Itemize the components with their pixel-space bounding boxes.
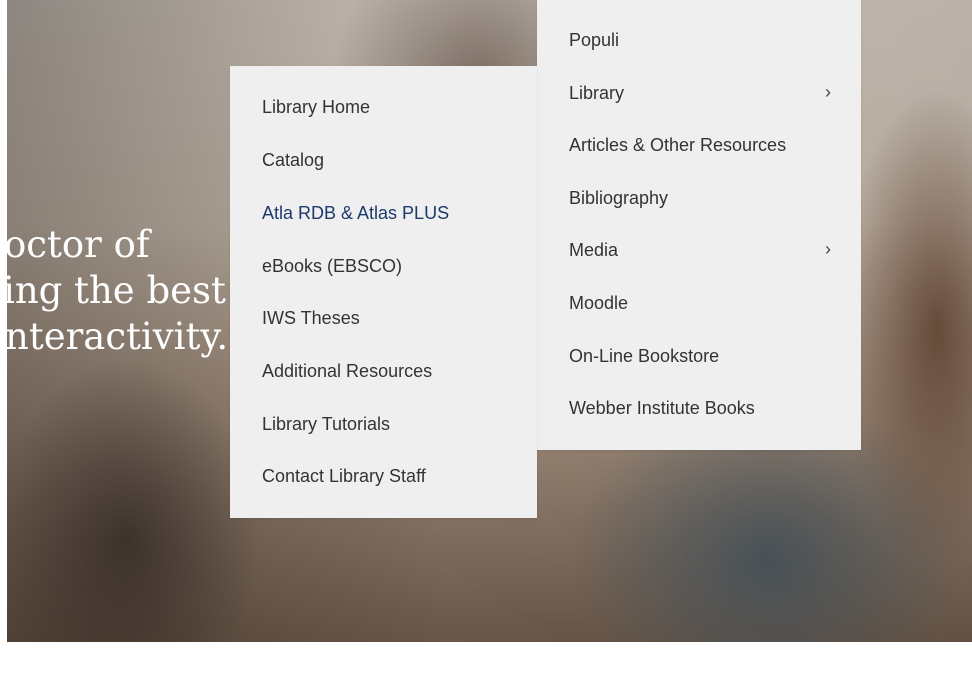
resources-dropdown-menu: Populi Library › Articles & Other Resour… bbox=[537, 0, 861, 450]
menu-item-bibliography[interactable]: Bibliography bbox=[537, 185, 861, 211]
submenu-item-iws-theses[interactable]: IWS Theses bbox=[230, 305, 537, 331]
menu-item-webber-institute-books[interactable]: Webber Institute Books bbox=[537, 395, 861, 421]
library-submenu: Library Home Catalog Atla RDB & Atlas PL… bbox=[230, 66, 537, 518]
hero-line-1: octor of bbox=[7, 223, 150, 266]
submenu-item-label: eBooks (EBSCO) bbox=[262, 255, 403, 276]
menu-item-label: Articles & Other Resources bbox=[569, 134, 787, 155]
submenu-item-contact-library-staff[interactable]: Contact Library Staff bbox=[230, 463, 537, 489]
chevron-right-icon: › bbox=[825, 239, 831, 259]
submenu-item-label: Library Tutorials bbox=[262, 413, 391, 434]
menu-item-label: Media bbox=[569, 239, 619, 260]
submenu-item-ebooks-ebsco[interactable]: eBooks (EBSCO) bbox=[230, 253, 537, 279]
menu-item-label: Bibliography bbox=[569, 187, 669, 208]
submenu-item-label: Contact Library Staff bbox=[262, 465, 426, 486]
menu-item-label: Populi bbox=[569, 29, 620, 50]
hero-line-2: ing the best bbox=[7, 269, 226, 312]
hero-headline: octor of ing the best nteractivity. bbox=[7, 222, 247, 360]
menu-item-populi[interactable]: Populi bbox=[537, 27, 861, 53]
menu-item-label: Webber Institute Books bbox=[569, 397, 755, 418]
submenu-item-label: Atla RDB & Atlas PLUS bbox=[262, 202, 450, 223]
submenu-item-library-tutorials[interactable]: Library Tutorials bbox=[230, 411, 537, 437]
menu-item-label: Library bbox=[569, 82, 625, 103]
content-card bbox=[0, 642, 943, 687]
menu-item-moodle[interactable]: Moodle bbox=[537, 290, 861, 316]
submenu-item-label: Library Home bbox=[262, 96, 371, 117]
submenu-item-atla-rdb[interactable]: Atla RDB & Atlas PLUS bbox=[230, 200, 537, 226]
submenu-item-label: IWS Theses bbox=[262, 307, 360, 328]
menu-item-media[interactable]: Media › bbox=[537, 237, 861, 263]
hero-line-3: nteractivity. bbox=[7, 315, 229, 358]
submenu-item-label: Additional Resources bbox=[262, 360, 433, 381]
submenu-item-library-home[interactable]: Library Home bbox=[230, 94, 537, 120]
submenu-item-catalog[interactable]: Catalog bbox=[230, 147, 537, 173]
chevron-right-icon: › bbox=[825, 82, 831, 102]
menu-item-online-bookstore[interactable]: On-Line Bookstore bbox=[537, 343, 861, 369]
menu-item-articles-other-resources[interactable]: Articles & Other Resources bbox=[537, 132, 861, 158]
menu-item-label: Moodle bbox=[569, 292, 629, 313]
submenu-item-additional-resources[interactable]: Additional Resources bbox=[230, 358, 537, 384]
submenu-item-label: Catalog bbox=[262, 149, 325, 170]
menu-item-library[interactable]: Library › bbox=[537, 80, 861, 106]
menu-item-label: On-Line Bookstore bbox=[569, 345, 720, 366]
